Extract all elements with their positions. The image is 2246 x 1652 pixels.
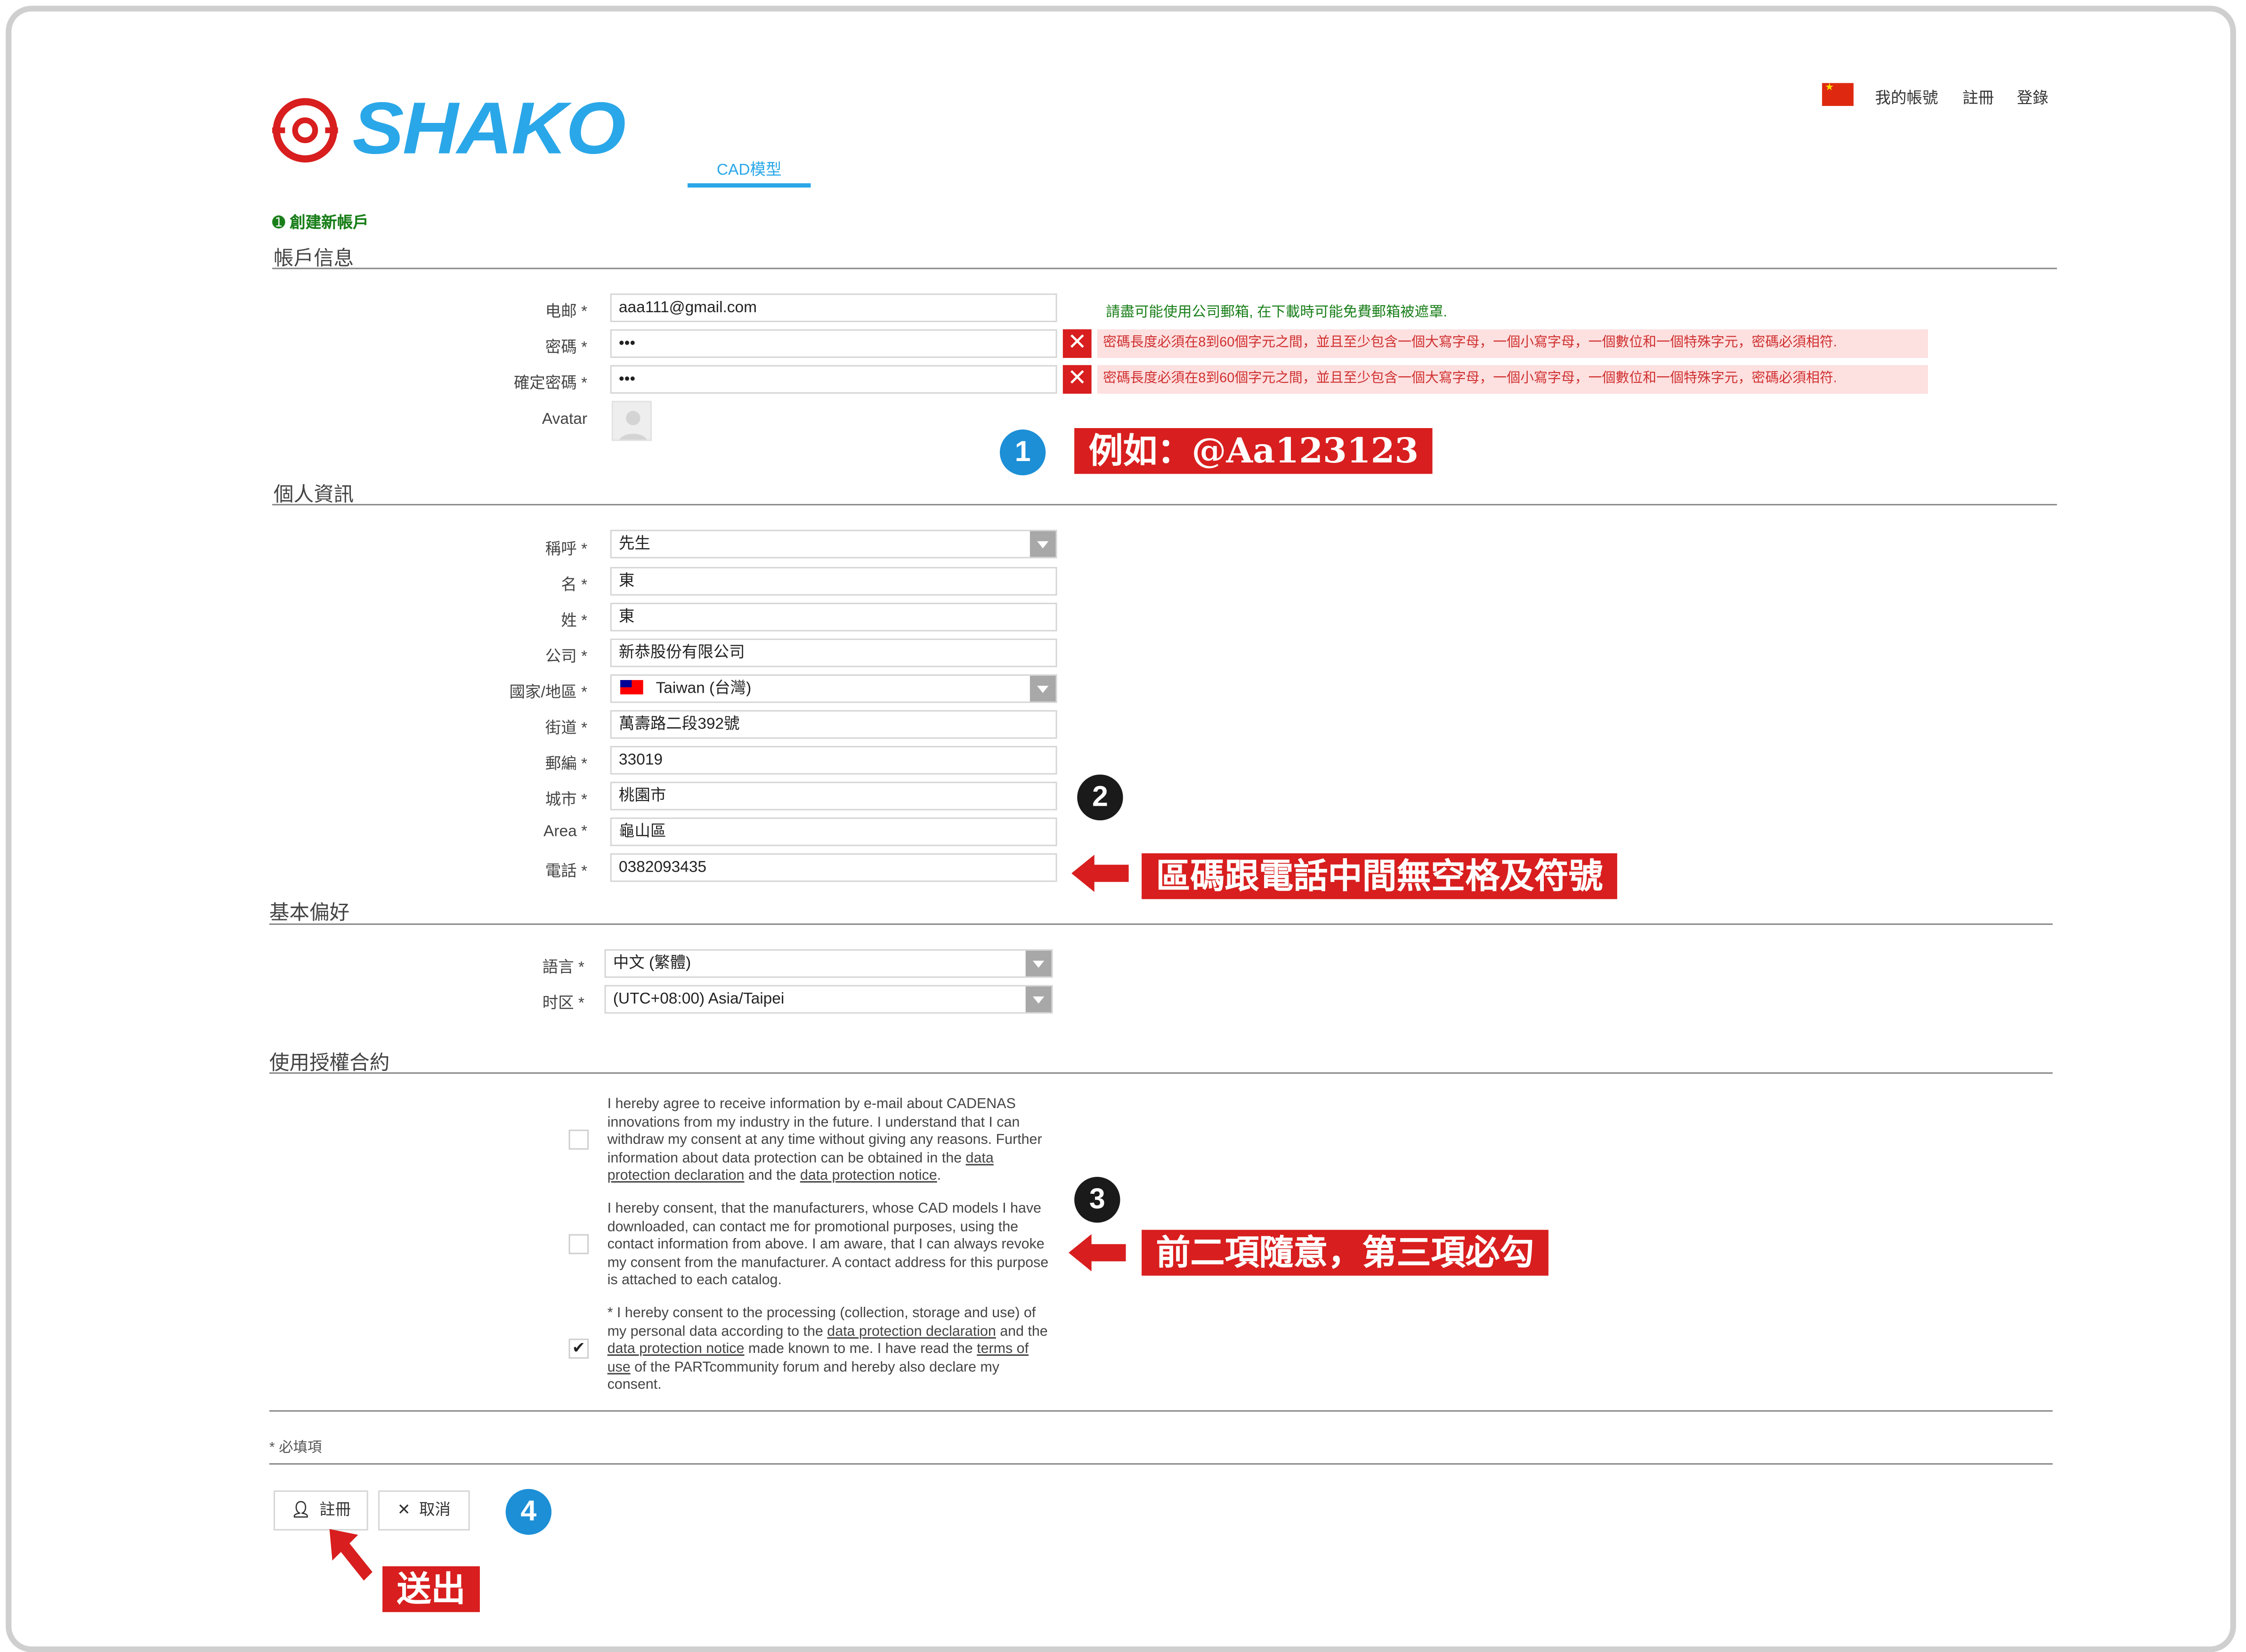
- annotation-badge-1: 1: [999, 429, 1046, 476]
- consent-3-text: made known to me. I have read the: [744, 1342, 977, 1358]
- street-label: 街道 *: [545, 720, 588, 737]
- zip-label: 郵編 *: [545, 756, 588, 773]
- data-protection-notice-link[interactable]: data protection notice: [800, 1169, 937, 1184]
- error-x-icon: ✕: [1062, 329, 1092, 358]
- divider: [269, 1410, 2053, 1412]
- avatar[interactable]: [611, 401, 652, 441]
- annotation-arrow-left-icon: [1071, 854, 1129, 892]
- language-label: 語言 *: [542, 959, 584, 977]
- city-label: 城市 *: [545, 792, 588, 809]
- consent-checkbox-2[interactable]: [568, 1234, 589, 1255]
- country-label: 國家/地區 *: [509, 684, 588, 702]
- password-field[interactable]: •••: [610, 329, 1057, 358]
- close-icon: ✕: [397, 1502, 411, 1519]
- china-flag-icon[interactable]: [1822, 81, 1854, 106]
- dropdown-arrow-icon[interactable]: [1025, 950, 1052, 977]
- annotation-note-3: 前二項隨意，第三項必勾: [1142, 1230, 1549, 1276]
- cancel-button-label: 取消: [419, 1502, 451, 1519]
- confirm-password-field[interactable]: •••: [610, 365, 1057, 394]
- tab-cad-models[interactable]: CAD模型: [688, 157, 811, 180]
- user-silhouette-icon: [619, 411, 647, 440]
- annotation-arrow-up-left-icon: [329, 1529, 373, 1581]
- tab-active-indicator: [687, 183, 811, 188]
- dropdown-arrow-icon[interactable]: [1030, 675, 1056, 702]
- section-preferences: 基本偏好: [269, 900, 350, 923]
- annotation-note-2: 區碼跟電話中間無空格及符號: [1142, 853, 1617, 899]
- email-field[interactable]: aaa111@gmail.com: [610, 293, 1057, 323]
- register-button[interactable]: 👤︎ 註冊: [273, 1490, 368, 1531]
- dropdown-arrow-icon[interactable]: [1030, 531, 1056, 557]
- data-protection-notice-link[interactable]: data protection notice: [608, 1342, 745, 1357]
- divider: [269, 1072, 2053, 1074]
- last-name-label: 姓 *: [561, 613, 588, 630]
- create-account-heading: ➊ 創建新帳戶: [272, 211, 369, 234]
- register-link[interactable]: 註冊: [1962, 86, 1994, 109]
- annotation-badge-2: 2: [1077, 774, 1123, 821]
- zip-field[interactable]: 33019: [610, 745, 1057, 775]
- consent-3-text: of the PARTcommunity forum and hereby al…: [607, 1360, 999, 1394]
- email-hint: 請盡可能使用公司郵箱, 在下載時可能免費郵箱被遮罩.: [1106, 305, 1447, 321]
- city-field[interactable]: 桃園市: [610, 781, 1057, 810]
- consent-text-2: I hereby consent, that the manufacturers…: [607, 1201, 1049, 1289]
- phone-field[interactable]: 0382093435: [610, 853, 1057, 882]
- street-field[interactable]: 萬壽路二段392號: [610, 710, 1057, 739]
- language-value: 中文 (繁體): [613, 955, 691, 972]
- annotation-note-1: 例如：@Aa123123: [1074, 428, 1433, 474]
- salutation-label: 稱呼 *: [545, 541, 588, 559]
- annotation-arrow-left-icon: [1068, 1234, 1126, 1271]
- cancel-button[interactable]: ✕ 取消: [378, 1490, 470, 1531]
- company-label: 公司 *: [545, 648, 588, 666]
- my-account-link[interactable]: 我的帳號: [1875, 86, 1938, 109]
- salutation-select[interactable]: 先生: [610, 529, 1057, 559]
- annotation-badge-4: 4: [505, 1489, 551, 1535]
- confirm-password-label: 確定密碼 *: [513, 375, 588, 393]
- confirm-password-error: 密碼長度必須在8到60個字元之間，並且至少包含一個大寫字母，一個小寫字母，一個數…: [1097, 365, 1928, 394]
- first-name-field[interactable]: 東: [610, 567, 1057, 596]
- checkmark-icon: ✔: [572, 1340, 585, 1358]
- timezone-select[interactable]: (UTC+08:00) Asia/Taipei: [604, 985, 1053, 1014]
- avatar-label: Avatar: [542, 411, 588, 429]
- timezone-label: 时区 *: [542, 995, 584, 1012]
- divider: [272, 504, 2057, 506]
- annotation-badge-3: 3: [1074, 1177, 1120, 1223]
- login-link[interactable]: 登錄: [2017, 86, 2048, 109]
- shako-logo-text: SHAKO: [352, 88, 626, 170]
- company-field[interactable]: 新恭股份有限公司: [610, 638, 1057, 667]
- country-value: Taiwan (台灣): [656, 680, 752, 697]
- divider: [269, 1463, 2053, 1465]
- password-error: 密碼長度必須在8到60個字元之間，並且至少包含一個大寫字母，一個小寫字母，一個數…: [1097, 329, 1928, 358]
- language-select[interactable]: 中文 (繁體): [604, 949, 1053, 978]
- area-label: Area *: [543, 823, 588, 841]
- divider: [272, 267, 2057, 269]
- consent-checkbox-1[interactable]: [568, 1129, 589, 1150]
- register-button-label: 註冊: [319, 1502, 351, 1519]
- taiwan-flag-icon: [620, 680, 643, 695]
- shako-logo-icon: [272, 98, 338, 163]
- first-name-label: 名 *: [561, 577, 588, 594]
- required-note: * 必填項: [269, 1440, 322, 1456]
- salutation-value: 先生: [618, 535, 650, 553]
- password-label: 密碼 *: [545, 339, 588, 357]
- user-icon: 👤︎: [291, 1502, 311, 1519]
- info-icon: ➊: [272, 215, 285, 232]
- consent-text-3: * I hereby consent to the processing (co…: [608, 1306, 1054, 1396]
- consent-3-text: and the: [996, 1323, 1048, 1340]
- email-label: 电邮 *: [545, 303, 588, 321]
- country-select[interactable]: Taiwan (台灣): [610, 674, 1057, 703]
- consent-text-1: I hereby agree to receive information by…: [608, 1097, 1054, 1187]
- data-protection-declaration-link[interactable]: data protection declaration: [827, 1324, 996, 1339]
- area-field[interactable]: 龜山區: [610, 817, 1057, 846]
- timezone-value: (UTC+08:00) Asia/Taipei: [613, 990, 785, 1008]
- create-account-label: 創建新帳戶: [290, 215, 369, 232]
- error-x-icon: ✕: [1062, 365, 1092, 394]
- dropdown-arrow-icon[interactable]: [1025, 986, 1052, 1012]
- divider: [269, 923, 2053, 925]
- phone-label: 電話 *: [545, 863, 588, 881]
- last-name-field[interactable]: 東: [610, 602, 1057, 632]
- consent-1-text: and the: [744, 1168, 800, 1185]
- consent-1-text: .: [937, 1168, 941, 1185]
- annotation-note-4: 送出: [382, 1566, 480, 1612]
- consent-checkbox-3[interactable]: ✔: [568, 1338, 589, 1359]
